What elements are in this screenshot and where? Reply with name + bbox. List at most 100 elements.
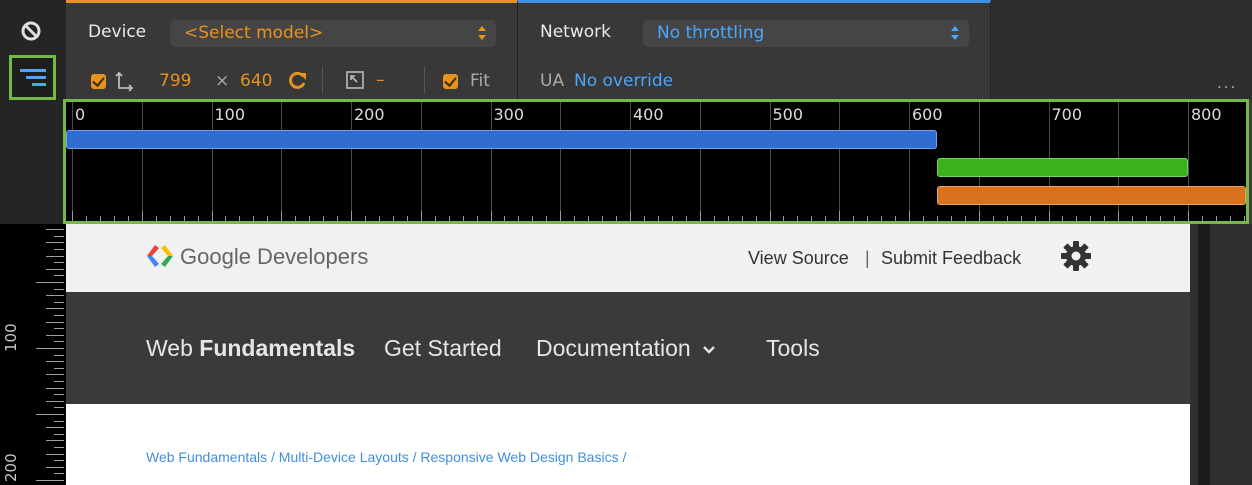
emulated-page: Google Developers View Source | Submit F…: [66, 224, 1190, 485]
vertical-ruler-tick: [46, 255, 64, 257]
ruler-minor-tick: [964, 216, 966, 221]
media-query-bar-max-width[interactable]: [66, 130, 937, 149]
vertical-ruler-tick: [54, 354, 64, 356]
times-sign: ×: [215, 71, 230, 91]
ruler-minor-tick: [755, 216, 757, 221]
vertical-ruler-tick: [54, 301, 64, 303]
ruler-minor-tick: [671, 216, 673, 221]
ruler-minor-tick: [518, 216, 520, 221]
height-value[interactable]: 640: [240, 71, 272, 91]
media-queries-timeline: 0 100 200 300 400 500 600 700 800: [63, 99, 1249, 224]
ruler-tick: [141, 102, 143, 219]
vertical-ruler-tick: [54, 262, 64, 264]
view-source-link[interactable]: View Source: [748, 248, 849, 269]
ruler-minor-tick: [490, 211, 492, 221]
submit-feedback-link[interactable]: Submit Feedback: [881, 248, 1021, 269]
ruler-minor-tick: [1062, 216, 1064, 221]
ruler-tick: [839, 102, 841, 219]
ruler-minor-tick: [643, 216, 645, 221]
vertical-ruler-tick: [54, 381, 64, 382]
ruler-minor-tick: [1020, 216, 1022, 221]
more-options-button[interactable]: ...: [1217, 74, 1237, 92]
swap-dimensions-icon[interactable]: [113, 70, 135, 92]
network-throttling-select[interactable]: No throttling: [643, 20, 969, 47]
fit-checkbox[interactable]: [443, 74, 458, 89]
vertical-ruler-tick: [54, 367, 64, 369]
device-model-select[interactable]: <Select model>: [170, 20, 496, 47]
ruler-label: 800: [1191, 105, 1222, 124]
ruler-minor-tick: [72, 211, 73, 221]
nav-tools[interactable]: Tools: [766, 335, 820, 362]
ruler-tick: [281, 102, 283, 219]
resize-checkbox[interactable]: [91, 74, 106, 89]
ruler-tick: [211, 102, 213, 219]
ua-override-value[interactable]: No override: [574, 71, 673, 91]
ruler-minor-tick: [1174, 216, 1176, 221]
zoom-icon[interactable]: [346, 71, 364, 89]
ruler-minor-tick: [1118, 211, 1120, 221]
ruler-label: 0: [75, 105, 86, 124]
ruler-minor-tick: [727, 216, 729, 221]
logo-text[interactable]: Google Developers: [180, 244, 368, 270]
ruler-minor-tick: [616, 216, 618, 221]
site-header: Google Developers View Source | Submit F…: [66, 224, 1190, 292]
ruler-minor-tick: [769, 211, 771, 221]
vertical-ruler-tick: [46, 242, 64, 244]
ruler-label: 400: [633, 105, 664, 124]
ruler-minor-tick: [1006, 216, 1008, 221]
vertical-ruler-tick: [36, 348, 64, 349]
media-queries-toggle-button[interactable]: [9, 55, 56, 100]
toolbar-divider: [322, 66, 323, 94]
nav-get-started[interactable]: Get Started: [384, 335, 502, 362]
breadcrumb[interactable]: Web Fundamentals / Multi-Device Layouts …: [146, 449, 626, 465]
ruler-minor-tick: [546, 216, 548, 221]
ruler-minor-tick: [1188, 211, 1189, 221]
ruler-minor-tick: [448, 216, 450, 221]
scrollbar-thumb[interactable]: [1198, 224, 1210, 485]
ruler-minor-tick: [211, 211, 213, 221]
ruler-minor-tick: [99, 216, 101, 221]
ruler-minor-tick: [630, 211, 631, 221]
ruler-minor-tick: [169, 216, 171, 221]
media-query-bar-min-max-width[interactable]: [936, 158, 1188, 177]
ruler-minor-tick: [560, 211, 562, 221]
ruler-minor-tick: [1090, 216, 1092, 221]
ruler-minor-tick: [462, 216, 464, 221]
vertical-ruler-tick: [36, 414, 64, 415]
ruler-minor-tick: [323, 216, 325, 221]
vertical-ruler-tick: [46, 427, 64, 429]
block-icon[interactable]: [20, 20, 42, 42]
network-throttling-value: No throttling: [657, 23, 765, 43]
ruler-label: 300: [493, 105, 525, 124]
ruler-minor-tick: [574, 216, 576, 221]
vertical-ruler-tick: [36, 480, 64, 481]
zoom-value: –: [376, 70, 385, 90]
ruler-minor-tick: [253, 216, 255, 221]
media-queries-icon-bar: [32, 83, 46, 86]
vertical-ruler-tick: [54, 249, 64, 250]
rotate-icon[interactable]: [288, 70, 308, 90]
vertical-ruler-tick: [54, 433, 64, 435]
ruler-minor-tick: [895, 216, 897, 221]
width-value[interactable]: 799: [159, 71, 191, 91]
ruler-minor-tick: [267, 216, 269, 221]
ruler-minor-tick: [825, 216, 827, 221]
nav-documentation[interactable]: Documentation: [536, 335, 715, 362]
ruler-tick: [72, 102, 73, 219]
toolbar-divider: [424, 66, 425, 94]
vertical-ruler-tick: [54, 235, 64, 237]
ruler-minor-tick: [239, 216, 241, 221]
ruler-minor-tick: [406, 216, 408, 221]
vertical-ruler-tick: [54, 275, 64, 277]
nav-web-fundamentals[interactable]: Web Fundamentals: [146, 335, 355, 362]
vertical-ruler-tick: [54, 460, 64, 462]
ruler-minor-tick: [420, 211, 422, 221]
ruler-tick: [560, 102, 562, 219]
ruler-minor-tick: [1048, 211, 1050, 221]
ruler-label: 500: [772, 105, 804, 124]
ruler-minor-tick: [685, 216, 687, 221]
ruler-label: 700: [1051, 105, 1083, 124]
vertical-ruler-tick: [46, 440, 64, 442]
media-query-bar-min-width[interactable]: [936, 186, 1246, 205]
gear-icon[interactable]: [1060, 240, 1092, 272]
